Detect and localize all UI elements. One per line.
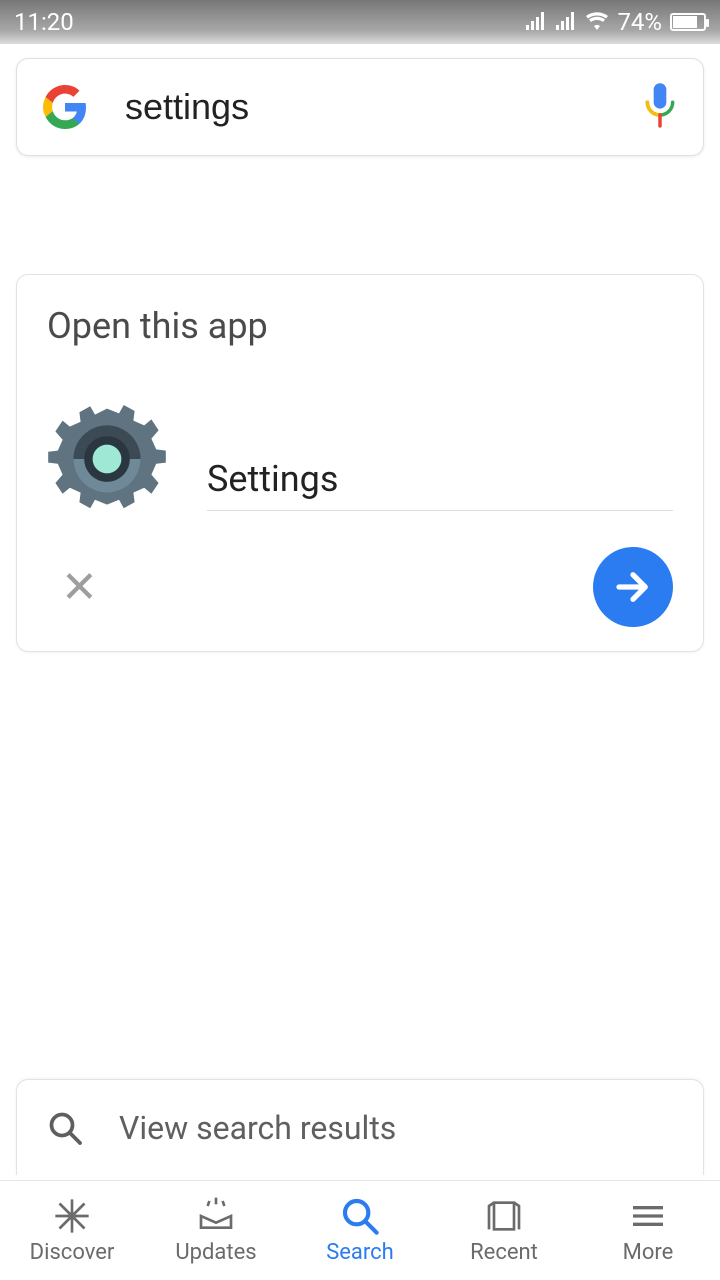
battery-pct: 74% xyxy=(617,8,662,36)
nav-label: Discover xyxy=(30,1240,115,1265)
nav-discover[interactable]: Discover xyxy=(0,1181,144,1280)
nav-updates[interactable]: Updates xyxy=(144,1181,288,1280)
app-name: Settings xyxy=(207,458,673,500)
bottom-nav: Discover Updates Search Recent More xyxy=(0,1180,720,1280)
nav-label: Updates xyxy=(175,1240,256,1265)
search-input[interactable] xyxy=(125,86,641,128)
wifi-icon xyxy=(585,8,609,36)
open-app-button[interactable] xyxy=(593,547,673,627)
nav-search[interactable]: Search xyxy=(288,1181,432,1280)
search-icon xyxy=(47,1110,83,1146)
nav-recent[interactable]: Recent xyxy=(432,1181,576,1280)
nav-label: Search xyxy=(326,1240,394,1265)
status-bar: 11:20 74% xyxy=(0,0,720,44)
view-search-results[interactable]: View search results xyxy=(16,1079,704,1175)
battery-icon xyxy=(670,13,706,31)
card-title: Open this app xyxy=(47,305,673,347)
search-icon xyxy=(340,1196,380,1236)
menu-icon xyxy=(628,1196,668,1236)
updates-icon xyxy=(196,1196,236,1236)
nav-label: Recent xyxy=(470,1240,538,1265)
status-right: 74% xyxy=(525,8,706,36)
recent-icon xyxy=(484,1196,524,1236)
open-app-card: Open this app Settings ✕ xyxy=(16,274,704,652)
gear-icon xyxy=(47,399,167,519)
view-results-label: View search results xyxy=(119,1109,396,1147)
signal-icon-2 xyxy=(555,8,577,36)
status-time: 11:20 xyxy=(14,8,74,36)
close-icon[interactable]: ✕ xyxy=(61,565,98,609)
arrow-right-icon xyxy=(612,566,654,608)
search-box[interactable] xyxy=(16,58,704,156)
mic-icon[interactable] xyxy=(641,83,679,131)
app-row[interactable]: Settings xyxy=(47,399,673,519)
nav-label: More xyxy=(623,1240,674,1265)
signal-icon xyxy=(525,8,547,36)
discover-icon xyxy=(52,1196,92,1236)
google-logo-icon xyxy=(41,83,89,131)
nav-more[interactable]: More xyxy=(576,1181,720,1280)
